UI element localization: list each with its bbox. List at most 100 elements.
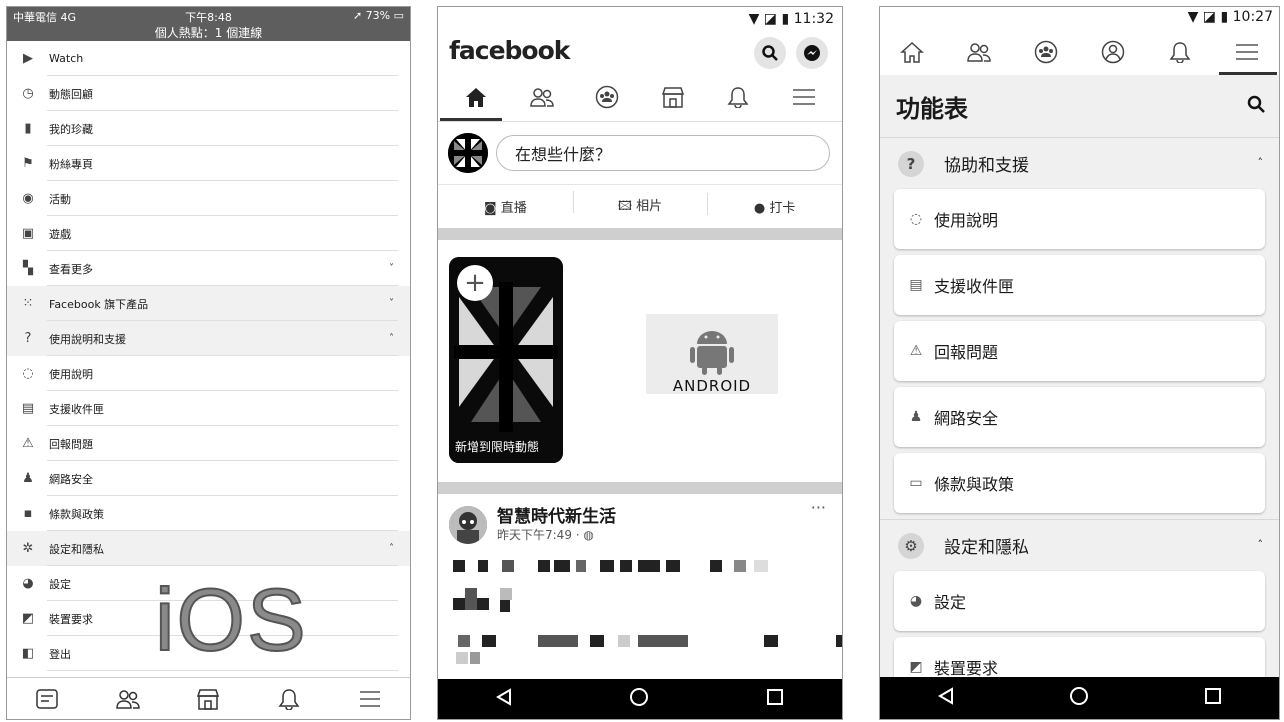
back-nav-icon[interactable] [496,688,512,710]
menu-tab-icon[interactable] [780,77,828,117]
notifications-tab-icon[interactable] [272,685,306,713]
menu-card-label: 裝置要求 [934,659,999,678]
chevron-up-icon: ˄ [389,543,394,554]
ios-menu-item[interactable]: ◷ 動態回顧 [7,76,410,111]
menu-header: 功能表 [880,75,1279,137]
marketplace-tab-icon[interactable] [191,685,225,713]
recents-nav-icon[interactable] [766,688,784,710]
ios-menu-item[interactable]: ⚑ 粉絲專頁 [7,146,410,181]
post-author[interactable]: 智慧時代新生活 [497,502,616,527]
ios-status-bar: 中華電信 4G 下午8:48 ➚ 73% ▭ 個人熱點：1 個連線 [7,7,410,41]
home-tab-icon[interactable] [452,77,500,117]
notifications-tab-icon[interactable] [1158,32,1202,72]
menu-card[interactable]: ⚠ 回報問題 [894,321,1265,381]
feed-tab-icon[interactable] [30,685,64,713]
search-icon[interactable] [1247,95,1265,117]
groups-tab-icon[interactable] [1024,32,1068,72]
page-title: 功能表 [896,94,968,123]
location-pin-icon: ● [753,201,770,216]
profile-avatar[interactable] [448,133,488,173]
friends-tab-icon[interactable] [518,77,566,117]
home-nav-icon[interactable] [629,687,649,711]
ios-menu-item[interactable]: ▚ 查看更多 ˅ [7,251,410,286]
home-nav-icon[interactable] [1069,686,1089,710]
home-tab-icon[interactable] [890,32,934,72]
ios-menu-item[interactable]: ▮ 我的珍藏 [7,111,410,146]
post-timestamp: 昨天下午7:49 · ◍ [497,528,594,542]
logout-icon: ◧ [21,646,35,661]
menu-card-label: 支援收件匣 [934,277,1015,296]
menu-card-label: 條款與政策 [934,475,1015,494]
battery-level: ➚ 73% ▭ [352,9,404,22]
post-more-button[interactable]: ··· [811,498,826,517]
ios-screen: 中華電信 4G 下午8:48 ➚ 73% ▭ 個人熱點：1 個連線 ▶ Watch… [6,6,411,720]
settings-privacy-section[interactable]: ⚙ 設定和隱私 ˄ [880,519,1279,571]
recents-nav-icon[interactable] [1204,687,1222,709]
ios-menu-item[interactable]: ◌ 使用說明 [7,356,410,391]
menu-card[interactable]: ▤ 支援收件匣 [894,255,1265,315]
ios-menu-item[interactable]: ▶ Watch [7,41,410,76]
policy-icon: ▪ [23,506,33,521]
menu-item-label: 支援收件匣 [49,402,104,416]
menu-card[interactable]: ♟ 網路安全 [894,387,1265,447]
menu-item-label: 我的珍藏 [49,122,93,136]
menu-card[interactable]: ◌ 使用說明 [894,189,1265,249]
ios-menu-item[interactable]: ◉ 活動 [7,181,410,216]
add-story-plus-icon[interactable]: + [457,265,493,301]
see-more-icon: ▚ [23,261,33,276]
menu-item-label: 回報問題 [49,437,93,451]
whats-on-your-mind-input[interactable]: 在想些什麼？ [496,135,830,171]
checkin-button[interactable]: ● 打卡 [707,193,842,216]
ios-menu-item[interactable]: ✲ 設定和隱私 ˄ [7,531,410,566]
games-icon: ▣ [21,226,35,241]
friends-tab-icon[interactable] [957,32,1001,72]
chevron-down-icon: ˅ [389,263,394,274]
active-tab-indicator [440,118,502,121]
menu-tab-icon[interactable] [1225,32,1269,72]
status-time: ▼ ◪ ▮ 11:32 [748,11,834,27]
notifications-tab-icon[interactable] [714,77,762,117]
back-nav-icon[interactable] [937,687,954,709]
ios-menu-item[interactable]: ⁙ Facebook 旗下產品 ˅ [7,286,410,321]
messenger-icon [804,45,820,61]
help-question-icon: ? [898,150,924,177]
android-nav-bar [438,679,842,719]
hotspot-banner[interactable]: 個人熱點：1 個連線 [7,24,410,41]
flag-icon: ⚑ [22,156,34,171]
ios-menu-item[interactable]: ⚠ 回報問題 [7,426,410,461]
live-button[interactable]: ◙ 直播 [438,197,573,216]
ios-menu-item[interactable]: ▪ 條款與政策 [7,496,410,531]
products-grid-icon: ⁙ [22,296,34,311]
globe-icon: ◍ [583,528,594,542]
groups-tab-icon[interactable] [583,77,631,117]
photo-button[interactable]: 🖾 相片 [572,190,708,219]
menu-item-label: 遊戲 [49,227,71,241]
marketplace-tab-icon[interactable] [649,77,697,117]
messenger-button[interactable] [796,37,828,69]
menu-item-label: 查看更多 [49,262,93,276]
ios-menu-item[interactable]: ▤ 支援收件匣 [7,391,410,426]
friends-tab-icon[interactable] [111,685,145,713]
menu-card[interactable]: ▭ 條款與政策 [894,453,1265,513]
android-nav-bar [880,677,1279,719]
page-avatar[interactable] [449,506,487,544]
ios-menu-item[interactable]: ▣ 遊戲 [7,216,410,251]
profile-tab-icon[interactable] [1091,32,1135,72]
ios-tab-bar [7,677,410,719]
watch-icon: ▶ [23,51,33,66]
search-button[interactable] [754,37,786,69]
ios-menu-item[interactable]: ♟ 網路安全 [7,461,410,496]
inbox-icon: ▤ [21,401,35,416]
create-story-card[interactable]: + 新增到限時動態 [449,257,563,463]
android-status-bar: ▼ ◪ ▮ 11:32 [438,7,842,33]
menu-item-label: 使用說明和支援 [49,332,126,346]
menu-card[interactable]: ◕ 設定 [894,571,1265,631]
menu-tab-icon[interactable] [353,685,387,713]
help-support-section[interactable]: ? 協助和支援 ˄ [880,137,1279,189]
warning-icon: ⚠ [909,343,923,359]
ios-menu-item[interactable]: ? 使用說明和支援 ˄ [7,321,410,356]
section-divider [438,482,842,494]
fb-header: facebook [438,33,842,73]
facebook-logo: facebook [449,36,570,65]
post-body-blurred [438,550,842,670]
